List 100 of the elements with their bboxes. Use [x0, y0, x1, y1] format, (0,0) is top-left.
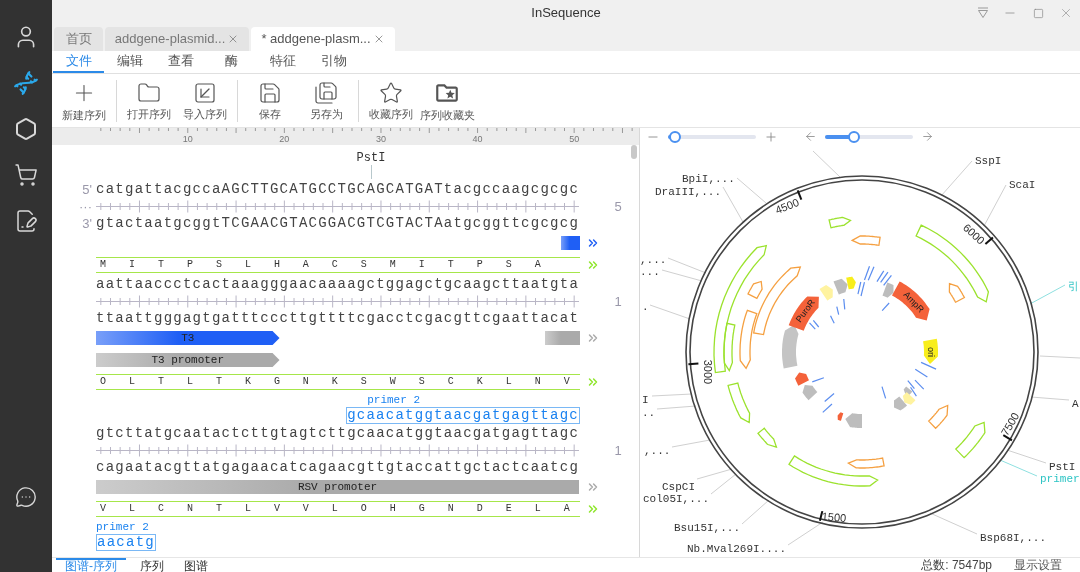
enzyme-label[interactable]: Bsu15I,...	[674, 522, 740, 534]
enzyme-label[interactable]: PstI	[1049, 461, 1076, 473]
primer-label: primer 2	[367, 394, 420, 407]
feature-arrow[interactable]: ori	[923, 338, 938, 364]
enzyme-label[interactable]: PstI	[356, 151, 386, 165]
primer-sequence[interactable]: aacatg	[96, 534, 156, 551]
enzyme-label[interactable]: ..	[642, 407, 656, 419]
more-indicator: ···	[79, 198, 93, 215]
view-tab[interactable]: 序列	[134, 558, 170, 572]
tick-mark	[1002, 434, 1013, 442]
enzyme-label[interactable]: ,...	[640, 254, 667, 266]
zoom-in-icon[interactable]	[764, 129, 778, 144]
leader-line	[983, 184, 1007, 227]
toolbar-button[interactable]: 另存为	[298, 81, 354, 120]
enzyme-label[interactable]: Bsp68I,...	[980, 532, 1046, 544]
view-tab[interactable]: 图谱	[178, 558, 214, 572]
scrollbar[interactable]	[631, 145, 637, 159]
enzyme-label[interactable]: .	[642, 301, 649, 313]
toolbar-button[interactable]: 打开序列	[121, 81, 177, 120]
save-icon	[258, 81, 282, 105]
document-tab[interactable]: 首页	[54, 27, 103, 51]
toolbar-button[interactable]: 序列收藏夹	[419, 80, 475, 121]
feature-bar[interactable]	[560, 236, 580, 250]
leader-line	[929, 512, 978, 535]
dna-bottom-strand: gtactaatgcggtTCGAACGTACGGACGTCGTACTAatgcggttcgcgcg	[96, 215, 580, 232]
menu-tab[interactable]: 查看	[155, 51, 206, 73]
enzyme-label[interactable]: col05I,...	[643, 493, 709, 505]
leader-line	[649, 304, 691, 320]
cut-site-line	[370, 165, 372, 179]
toolbar-button[interactable]: 导入序列	[177, 81, 233, 120]
sequence-length: 总数: 7547bp	[921, 558, 992, 572]
leader-line	[656, 405, 697, 410]
ruler-number: 20	[279, 134, 290, 144]
enzyme-label[interactable]: CspCI	[662, 481, 695, 493]
view-tab[interactable]: 图谱-序列	[56, 558, 126, 572]
ruler-number: 40	[472, 134, 483, 144]
menu-tab[interactable]: 特征	[257, 51, 308, 73]
tick-mark	[818, 510, 824, 522]
toolbar-button[interactable]: 新建序列	[56, 80, 112, 121]
line-number: 1	[614, 292, 622, 311]
leader-line	[667, 257, 707, 274]
primer-label: primer 2	[96, 521, 149, 534]
leader-line	[671, 439, 711, 448]
folder-icon	[137, 81, 161, 105]
leader-line	[940, 160, 973, 197]
feature-bar[interactable]: T3 promoter	[96, 353, 280, 367]
feature-bar[interactable]: RSV promoter	[96, 480, 579, 494]
toolbar-button[interactable]: 收藏序列	[363, 81, 419, 120]
window-title: InSequence	[531, 4, 601, 23]
enzyme-label[interactable]: SspI	[975, 155, 1002, 167]
enzyme-label[interactable]: ScaI	[1009, 179, 1036, 191]
menu-tab[interactable]: 编辑	[104, 51, 155, 73]
rotate-right-icon[interactable]	[921, 130, 934, 143]
leader-line	[1029, 284, 1066, 305]
leader-line	[787, 521, 824, 546]
enzyme-label[interactable]: DraIII,...	[655, 186, 721, 198]
tick-mark	[984, 236, 994, 245]
zoom-slider[interactable]	[668, 130, 756, 143]
position-label: 3000	[702, 359, 714, 385]
rotate-left-icon[interactable]	[804, 130, 817, 143]
primer-sequence[interactable]: gcaacatggtaacgatgagttagc	[346, 407, 580, 424]
enzyme-label[interactable]: ...	[640, 266, 660, 278]
strand-end-label: 3'	[82, 215, 93, 232]
dna-bottom-strand: cagaatacgttatgagaacatcagaacgttgtaccattgctactcaatcg	[96, 459, 580, 476]
dna-bottom-strand: ttaattgggagtgatttcccttgttttcgacctcgacgttcgaattacat	[96, 310, 580, 327]
leader-line	[661, 269, 703, 282]
cart-icon	[14, 163, 38, 187]
rotation-slider[interactable]	[825, 130, 913, 143]
enzyme-label[interactable]: I	[642, 394, 649, 406]
close-icon	[1059, 6, 1073, 20]
enzyme-label[interactable]: ,...	[644, 445, 671, 457]
document-tab[interactable]: * addgene-plasm...	[251, 27, 395, 51]
toolbar-button[interactable]: 保存	[242, 81, 298, 120]
menu-tab[interactable]: 酶	[206, 51, 257, 73]
ruler-number: 10	[182, 134, 193, 144]
leader-line	[1030, 396, 1070, 401]
enzyme-label[interactable]: Nb.Mval269I....	[687, 543, 787, 555]
enzyme-label[interactable]: A	[1072, 398, 1079, 410]
document-tab[interactable]: addgene-plasmid...	[105, 27, 249, 51]
star-icon	[379, 81, 403, 105]
maximize-icon	[1032, 7, 1044, 19]
display-settings-button[interactable]: 显示设置	[1014, 558, 1062, 572]
dna-top-strand: gtcttatgcaatactcttgtagtcttgcaacatggtaacgatgagttagc	[96, 425, 580, 442]
position-label: 4500	[773, 195, 801, 217]
leader-line	[736, 177, 767, 204]
edit-document-icon	[14, 209, 38, 233]
import-icon	[193, 81, 217, 105]
dna-icon	[13, 70, 39, 96]
strand-end-label: 5'	[82, 181, 93, 198]
line-number: 5	[614, 197, 622, 216]
ruler-number: 30	[375, 134, 386, 144]
menu-tab[interactable]: 引物	[308, 51, 359, 73]
save-as-icon	[314, 81, 338, 105]
tick-mark	[687, 362, 700, 366]
leader-line	[722, 186, 744, 223]
amino-acid-sequence: O L T L T K G N K S W S C K L N V	[100, 375, 579, 389]
enzyme-label[interactable]: BpiI,...	[682, 173, 735, 185]
leader-line	[999, 459, 1038, 477]
filter-icon	[977, 7, 989, 19]
tick-mark	[796, 189, 803, 201]
